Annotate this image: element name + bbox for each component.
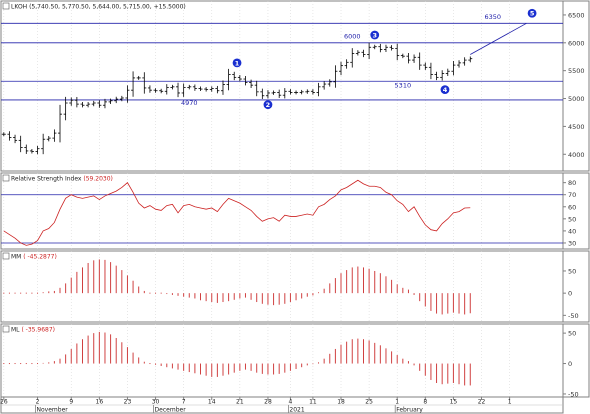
month-label: December (155, 407, 187, 414)
x-tick-label: 8 (423, 399, 427, 406)
y-tick-label: 60 (568, 203, 576, 211)
y-tick-label: 0 (568, 290, 572, 298)
y-tick-label: 0 (568, 360, 572, 368)
legend-text: Relative Strength Index (59.2030) (11, 176, 113, 183)
y-tick-label: 6500 (568, 11, 585, 19)
wave-label-5: 5 (527, 8, 537, 18)
y-tick-label: -50 (568, 312, 579, 320)
wave-number: 5 (530, 10, 535, 18)
y-tick-label: 70 (568, 191, 576, 199)
legend-box (2, 2, 10, 10)
y-tick-label: 50 (568, 267, 576, 275)
x-tick-label: 1 (395, 399, 399, 406)
pane-legend: ML ( -35.9687) (2, 325, 55, 334)
x-tick-label: 23 (124, 399, 132, 406)
month-label: February (396, 407, 423, 414)
wave-label-3: 3 (370, 30, 380, 40)
x-tick-label: 14 (208, 399, 216, 406)
x-tick-label: 9 (69, 399, 73, 406)
wave-number: 4 (443, 86, 448, 94)
legend-text: ML ( -35.9687) (11, 327, 55, 334)
y-tick-label: 30 (568, 239, 576, 247)
y-tick-label: 4500 (568, 123, 585, 131)
x-tick-label: 11 (309, 399, 317, 406)
x-tick-label: 4 (289, 399, 293, 406)
x-tick-label: 16 (96, 399, 104, 406)
x-tick-label: 28 (264, 399, 272, 406)
price-annotation: 6350 (484, 13, 501, 21)
price-annotation: 6000 (344, 32, 361, 40)
y-tick-label: 50 (568, 215, 576, 223)
x-tick-label: 25 (365, 399, 373, 406)
y-tick-label: 5000 (568, 95, 585, 103)
wave-label-2: 2 (263, 100, 273, 110)
x-tick-label: 2 (36, 399, 40, 406)
legend-box (2, 174, 10, 182)
wave-label-1: 1 (232, 58, 242, 68)
x-tick-label: 26 (0, 399, 8, 406)
y-tick-label: 80 (568, 179, 576, 187)
y-tick-label: 6000 (568, 39, 585, 47)
x-tick-label: 30 (152, 399, 160, 406)
x-tick-label: 18 (337, 399, 345, 406)
legend-text: MM ( -45.2877) (11, 254, 57, 261)
x-tick-label: 7 (182, 399, 186, 406)
legend-text: LKOH (5,740.50, 5,770.50, 5,644.00, 5,71… (11, 4, 186, 11)
month-label: November (37, 407, 69, 414)
pane-legend: Relative Strength Index (59.2030) (2, 174, 113, 183)
pane-legend: MM ( -45.2877) (2, 252, 57, 261)
legend-box (2, 252, 10, 260)
y-tick-label: -50 (568, 390, 579, 398)
price-annotation: 5310 (395, 82, 412, 90)
wave-label-4: 4 (440, 85, 450, 95)
y-tick-label: 50 (568, 330, 576, 338)
x-tick-label: 21 (236, 399, 244, 406)
wave-number: 2 (266, 101, 271, 109)
wave-number: 1 (235, 59, 240, 67)
stock-chart: 4000450050005500600065004970600053106350… (0, 0, 590, 414)
y-tick-label: 4000 (568, 151, 585, 159)
x-tick-label: 15 (450, 399, 458, 406)
x-tick-label: 22 (478, 399, 486, 406)
y-tick-label: 5500 (568, 67, 585, 75)
x-tick-label: 1 (508, 399, 512, 406)
legend-box (2, 325, 10, 333)
pane-legend: LKOH (5,740.50, 5,770.50, 5,644.00, 5,71… (2, 2, 186, 11)
y-tick-label: 40 (568, 227, 576, 235)
price-annotation: 4970 (181, 99, 198, 107)
wave-number: 3 (372, 31, 377, 39)
month-label: 2021 (289, 407, 304, 414)
